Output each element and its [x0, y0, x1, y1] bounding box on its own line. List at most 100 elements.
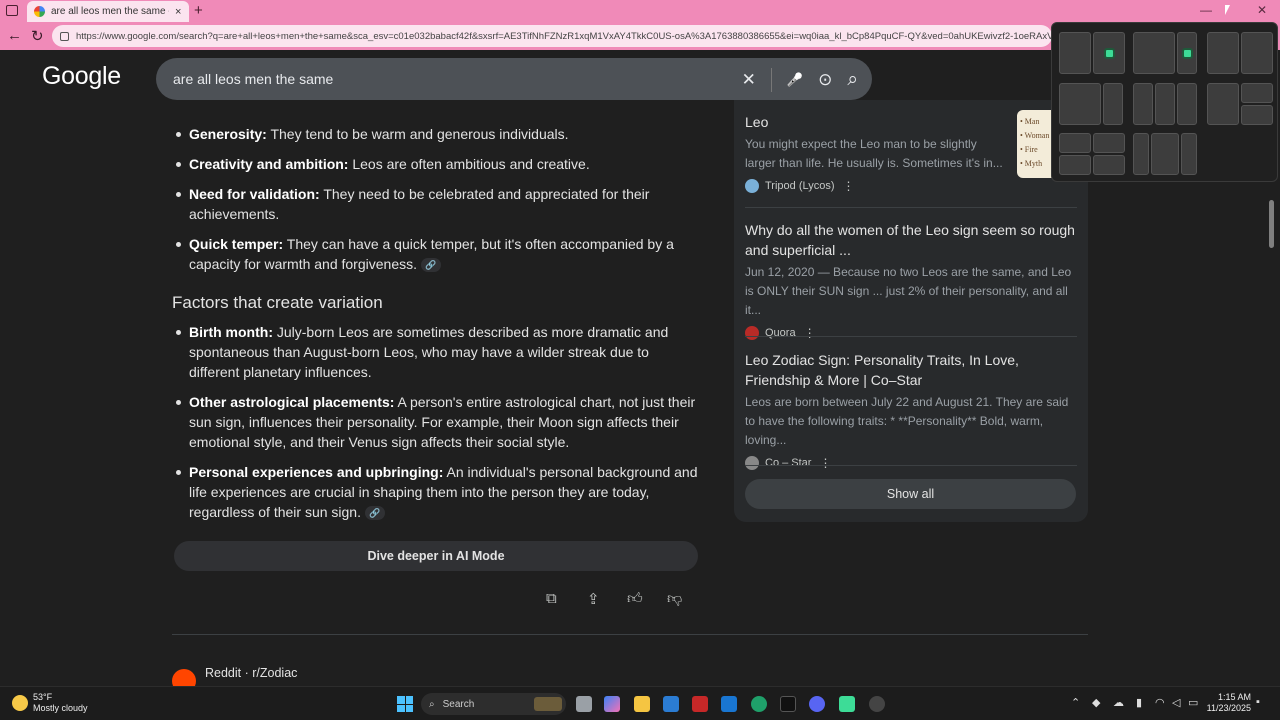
snap-layout-wide-narrow[interactable] — [1059, 83, 1123, 125]
clock[interactable]: 1:15 AM 11/23/2025 — [1205, 692, 1251, 714]
source-title[interactable]: Why do all the women of the Leo sign see… — [745, 220, 1077, 260]
window-menu-icon[interactable] — [6, 5, 18, 16]
edge-icon[interactable] — [751, 696, 767, 712]
store-icon[interactable] — [663, 696, 679, 712]
new-tab-button[interactable]: + — [194, 2, 203, 19]
cloud-icon[interactable]: ☁ — [1113, 696, 1124, 709]
google-favicon-icon — [34, 6, 45, 17]
list-item: Need for validation: They need to be cel… — [172, 184, 702, 224]
source-snippet: Jun 12, 2020 — Because no two Leos are t… — [745, 265, 1072, 317]
list-item: Birth month: July-born Leos are sometime… — [172, 322, 702, 382]
reddit-icon — [172, 669, 196, 686]
snap-layout-left-stack[interactable] — [1207, 83, 1273, 125]
file-explorer-icon[interactable] — [634, 696, 650, 712]
section-heading: Factors that create variation — [172, 293, 383, 312]
url-text: https://www.google.com/search?q=are+all+… — [76, 30, 1052, 42]
battery-icon[interactable]: ▭ — [1188, 696, 1198, 709]
variation-list: Birth month: July-born Leos are sometime… — [172, 322, 702, 532]
divider — [745, 207, 1077, 208]
task-view-icon[interactable] — [576, 696, 592, 712]
tripod-icon — [745, 179, 759, 193]
divider — [745, 336, 1077, 337]
snap-layout-center-wide[interactable] — [1133, 133, 1197, 175]
list-item: Other astrological placements: A person'… — [172, 392, 702, 452]
source-card[interactable]: Leo Zodiac Sign: Personality Traits, In … — [745, 350, 1077, 470]
more-options-icon[interactable]: ⋮ — [842, 179, 854, 193]
url-field[interactable]: https://www.google.com/search?q=are+all+… — [52, 25, 1052, 47]
source-card[interactable]: Leo You might expect the Leo man to be s… — [745, 110, 1077, 193]
taskbar-search[interactable]: ⌕ Search — [421, 693, 566, 715]
search-icon[interactable]: ⌕ — [847, 69, 858, 91]
tiktok-icon[interactable] — [780, 696, 796, 712]
search-icon: ⌕ — [429, 698, 435, 710]
copilot-icon[interactable] — [604, 696, 620, 712]
search-highlight-icon — [534, 697, 562, 711]
costar-icon — [745, 456, 759, 470]
google-logo[interactable]: Google — [42, 62, 121, 91]
clear-icon[interactable]: ✕ — [742, 70, 756, 90]
tab-strip: are all leos men the same - Google × + —… — [0, 0, 1280, 22]
browser-tab[interactable]: are all leos men the same - Google × — [27, 1, 189, 22]
source-site: Quora — [765, 327, 796, 339]
mcafee-icon[interactable] — [692, 696, 708, 712]
source-link-icon[interactable]: 🔗 — [421, 258, 441, 273]
weather-condition: Mostly cloudy — [33, 703, 88, 713]
more-options-icon[interactable]: ⋮ — [819, 456, 831, 470]
site-info-icon[interactable] — [60, 31, 69, 41]
chevron-up-icon[interactable]: ⌃ — [1071, 696, 1080, 709]
sources-panel: Leo You might expect the Leo man to be s… — [734, 100, 1088, 522]
snap-highlight-icon — [1103, 47, 1115, 59]
microphone-icon[interactable]: ▮ — [1136, 696, 1142, 709]
snap-layout-thirds[interactable] — [1133, 83, 1197, 125]
lens-icon[interactable]: ⊙ — [818, 70, 832, 90]
wifi-icon[interactable]: ◠ — [1155, 696, 1165, 709]
source-title[interactable]: Leo Zodiac Sign: Personality Traits, In … — [745, 350, 1077, 390]
thumbs-down-icon[interactable]: 👎︎ — [667, 590, 682, 608]
source-card[interactable]: Why do all the women of the Leo sign see… — [745, 220, 1077, 340]
snap-highlight-icon — [1181, 47, 1193, 59]
show-all-button[interactable]: Show all — [745, 479, 1076, 509]
discord-icon[interactable] — [809, 696, 825, 712]
reload-button[interactable]: ↻ — [31, 27, 44, 45]
source-snippet: Leos are born between July 22 and August… — [745, 395, 1069, 447]
snap-layout-quarters[interactable] — [1059, 133, 1125, 175]
close-window-button[interactable]: ✕ — [1257, 3, 1267, 17]
scrollbar[interactable] — [1269, 200, 1274, 248]
minimize-button[interactable]: — — [1200, 3, 1212, 17]
taskbar-search-label: Search — [442, 698, 475, 710]
tab-close-icon[interactable]: × — [175, 6, 181, 18]
dropbox-icon[interactable]: ◆ — [1092, 696, 1100, 709]
notification-icon[interactable]: ▪ — [1256, 696, 1260, 708]
settings-icon[interactable] — [869, 696, 885, 712]
divider — [172, 634, 1088, 635]
date: 11/23/2025 — [1206, 703, 1251, 713]
search-box[interactable]: are all leos men the same ✕ 🎤 ⊙ ⌕ — [156, 58, 872, 100]
mail-icon[interactable] — [721, 696, 737, 712]
list-item: Creativity and ambition: Leos are often … — [172, 154, 702, 174]
microphone-icon[interactable]: 🎤 — [787, 72, 803, 88]
volume-icon[interactable]: ◁ — [1172, 696, 1180, 709]
thumbs-up-icon[interactable]: 👍︎ — [627, 590, 643, 608]
dive-deeper-button[interactable]: Dive deeper in AI Mode — [174, 541, 698, 571]
source-site: Tripod (Lycos) — [765, 180, 835, 192]
snap-layout-halves-2[interactable] — [1207, 32, 1273, 74]
snap-layout-wide-left[interactable] — [1133, 32, 1197, 74]
snap-layout-halves[interactable] — [1059, 32, 1125, 74]
temperature: 53°F — [33, 692, 53, 702]
snap-layouts-flyout — [1051, 22, 1278, 182]
app-icon[interactable] — [839, 696, 855, 712]
share-icon[interactable]: ⇪ — [587, 590, 600, 608]
list-item: Quick temper: They can have a quick temp… — [172, 234, 702, 274]
tab-title: are all leos men the same - Google — [51, 6, 169, 17]
list-item: Generosity: They tend to be warm and gen… — [172, 124, 702, 144]
list-item: Personal experiences and upbringing: An … — [172, 462, 702, 522]
copy-icon[interactable]: ⧉ — [546, 590, 557, 607]
result-source[interactable]: Reddit · r/Zodiac — [205, 666, 297, 680]
traits-list: Generosity: They tend to be warm and gen… — [172, 124, 702, 284]
more-options-icon[interactable]: ⋮ — [804, 326, 816, 340]
source-link-icon[interactable]: 🔗 — [364, 506, 385, 521]
source-snippet: You might expect the Leo man to be sligh… — [745, 137, 1003, 170]
start-button[interactable] — [397, 696, 413, 712]
back-button[interactable]: ← — [7, 27, 22, 44]
search-query[interactable]: are all leos men the same — [173, 71, 333, 87]
